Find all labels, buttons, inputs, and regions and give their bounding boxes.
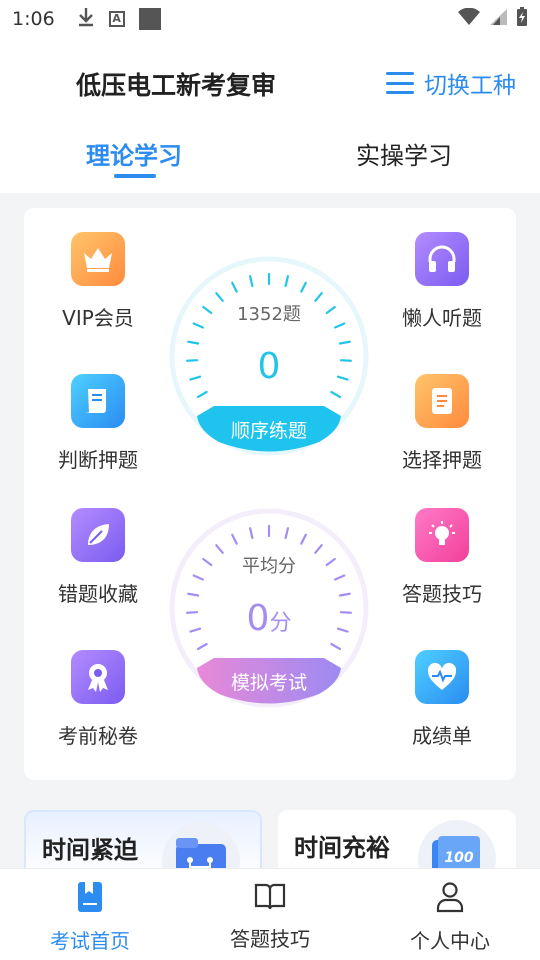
open-book-icon: [180, 881, 360, 915]
leaf-icon: [71, 508, 125, 562]
average-score-label: 平均分: [242, 556, 296, 577]
active-tab-indicator: [114, 174, 156, 178]
bottom-navigation: 考试首页 答题技巧 个人中心: [0, 868, 540, 960]
question-count: 1352题: [237, 304, 301, 325]
headphones-icon: [415, 232, 469, 286]
a-notification-icon: A: [108, 11, 125, 27]
secret-label: 考前秘卷: [58, 724, 138, 748]
award-icon: [71, 650, 125, 704]
page-title: 低压电工新考复审: [76, 71, 277, 100]
nav-answer-tips[interactable]: 答题技巧: [180, 881, 360, 952]
sequential-practice-gauge[interactable]: 1352题 0 顺序练题: [169, 256, 369, 456]
pre-exam-secret-button[interactable]: 考前秘卷: [38, 650, 158, 749]
choice-label: 选择押题: [402, 448, 482, 472]
average-score-value: 0: [246, 598, 270, 639]
feature-card: VIP会员 懒人听题 判断押题 选择押题 错题收藏 答题技巧 考前秘卷 成绩单 …: [24, 208, 516, 780]
switch-job-label: 切换工种: [424, 73, 516, 99]
time-urgent-title: 时间紧迫: [42, 836, 138, 864]
status-right-icons: [458, 6, 528, 32]
menu-icon: [386, 72, 414, 94]
mock-exam-label: 模拟考试: [230, 672, 307, 694]
status-bar: 1:06 A: [0, 0, 540, 38]
tab-theory[interactable]: 理论学习: [86, 136, 182, 171]
bookmark-book-icon: [0, 881, 180, 917]
nav-personal-center[interactable]: 个人中心: [360, 881, 540, 954]
mock-exam-gauge[interactable]: 平均分 0分 模拟考试: [169, 508, 369, 708]
nav-personal-center-label: 个人中心: [410, 929, 490, 953]
choice-predict-button[interactable]: 选择押题: [382, 374, 502, 473]
app-header: 低压电工新考复审 切换工种 理论学习 实操学习: [0, 38, 540, 193]
nav-answer-tips-label: 答题技巧: [230, 927, 310, 951]
download-icon: [77, 7, 95, 32]
document-icon: [415, 374, 469, 428]
average-score: 0分: [169, 598, 369, 639]
lightbulb-icon: [415, 508, 469, 562]
switch-job-button[interactable]: 切换工种: [386, 66, 516, 100]
practice-progress-value: 0: [257, 346, 281, 387]
square-notification-icon: [138, 8, 161, 30]
study-tabs: 理论学习 实操学习: [0, 136, 540, 186]
lazy-listen-button[interactable]: 懒人听题: [382, 232, 502, 331]
sequential-practice-label: 顺序练题: [230, 420, 307, 442]
report-label: 成绩单: [412, 724, 472, 748]
wrong-collection-button[interactable]: 错题收藏: [38, 508, 158, 607]
status-left-icons: A: [77, 7, 161, 32]
nav-exam-home[interactable]: 考试首页: [0, 881, 180, 954]
score-report-button[interactable]: 成绩单: [382, 650, 502, 749]
battery-icon: [516, 6, 528, 32]
tab-practice[interactable]: 实操学习: [356, 136, 452, 171]
answer-tips-button[interactable]: 答题技巧: [382, 508, 502, 607]
signal-icon: [488, 7, 508, 31]
wifi-icon: [458, 7, 480, 31]
wrong-label: 错题收藏: [58, 582, 138, 606]
scroll-icon: [71, 374, 125, 428]
status-time: 1:06: [12, 8, 55, 30]
time-ample-title: 时间充裕: [294, 834, 390, 862]
vip-label: VIP会员: [62, 306, 134, 330]
judge-label: 判断押题: [58, 448, 138, 472]
nav-exam-home-label: 考试首页: [50, 929, 130, 953]
average-score-unit: 分: [269, 611, 292, 636]
user-icon: [360, 881, 540, 917]
score-badge-text: 100: [444, 850, 473, 866]
vip-member-button[interactable]: VIP会员: [38, 232, 158, 331]
heart-pulse-icon: [415, 650, 469, 704]
judge-predict-button[interactable]: 判断押题: [38, 374, 158, 473]
listen-label: 懒人听题: [402, 306, 482, 330]
crown-icon: [71, 232, 125, 286]
tips-label: 答题技巧: [402, 582, 482, 606]
